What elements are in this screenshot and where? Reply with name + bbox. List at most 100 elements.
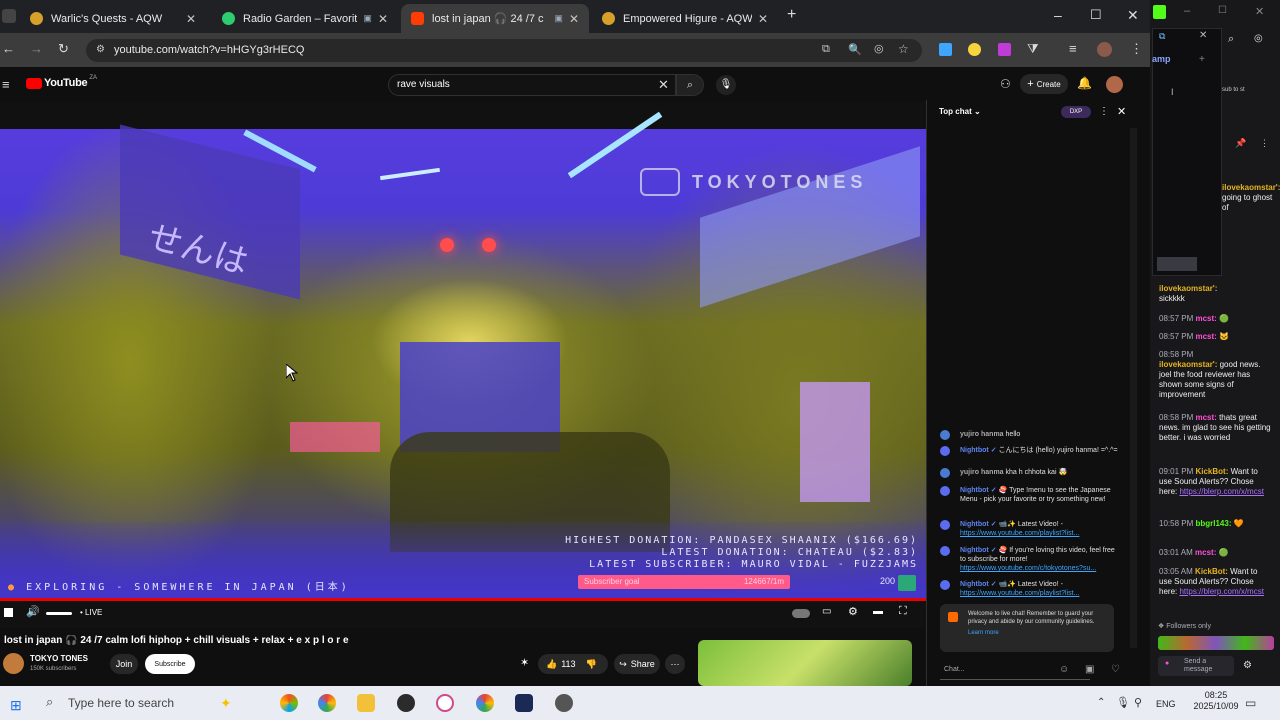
create-button[interactable]: + Create (1020, 74, 1068, 94)
heart-icon[interactable]: ♡ (1111, 664, 1120, 675)
more-actions-icon[interactable]: ⋯ (665, 654, 685, 674)
chat-author[interactable]: yujiro hanma (960, 469, 1004, 476)
language-indicator[interactable]: ENG (1156, 699, 1176, 709)
back-icon[interactable]: ← (2, 41, 15, 56)
close-tab-icon[interactable]: ✕ (569, 12, 579, 26)
clear-search-icon[interactable]: ✕ (658, 77, 669, 93)
chat-author[interactable]: Nightbot ✓ (960, 581, 997, 588)
chat-author[interactable]: Nightbot ✓ (960, 521, 997, 528)
chat-link[interactable]: https://www.youtube.com/playlist?list... (960, 530, 1079, 537)
zoom-icon[interactable]: 🔍 (848, 43, 862, 56)
close-tab-icon[interactable]: ✕ (378, 12, 388, 26)
copilot-icon[interactable] (280, 694, 298, 712)
notification-center-icon[interactable]: ▭ (1245, 696, 1256, 710)
stop-icon[interactable] (4, 608, 13, 617)
notifications-bell-icon[interactable]: 🔔 (1077, 76, 1092, 90)
address-bar[interactable]: ⚙ youtube.com/watch?v=hHGYg3rHECQ ⧉ 🔍 ◎ … (86, 39, 922, 62)
extension-icon[interactable] (968, 43, 981, 56)
cast-icon[interactable]: ⚇ (1000, 77, 1011, 91)
theater-mode-icon[interactable]: ▬ (873, 606, 883, 617)
mini-player[interactable]: ⧉ ✕ I (1152, 28, 1222, 276)
emote-row[interactable] (1158, 636, 1274, 650)
file-explorer-icon[interactable] (357, 694, 375, 712)
kick-app-icon[interactable] (555, 694, 573, 712)
settings-gear-icon[interactable]: ⚙ (848, 605, 858, 618)
extension-icon[interactable] (998, 43, 1011, 56)
close-tab-icon[interactable]: ✕ (758, 12, 768, 26)
send-message-input[interactable]: ● Send a message (1158, 656, 1234, 676)
search-button[interactable]: ⌕ (676, 74, 704, 96)
chrome-icon[interactable] (318, 694, 336, 712)
like-dislike-group[interactable]: 👍 113 👎 (538, 654, 608, 674)
new-tab-button[interactable]: + (787, 6, 796, 24)
close-chat-icon[interactable]: ✕ (1117, 105, 1126, 118)
side-chat-link[interactable]: https://blerp.com/x/mcst (1179, 487, 1263, 496)
search-query[interactable]: rave visuals (397, 79, 450, 90)
super-chat-icon[interactable]: ▣ (1085, 664, 1094, 675)
side-chat-user[interactable]: ilovekaomstar': (1159, 360, 1217, 369)
volume-slider[interactable] (46, 612, 72, 615)
url-text[interactable]: youtube.com/watch?v=hHGYg3rHECQ (114, 44, 304, 56)
close-window-button[interactable]: ✕ (1127, 7, 1139, 24)
chat-author[interactable]: yujiro hanma (960, 431, 1004, 438)
kick-maximize-button[interactable]: ☐ (1218, 5, 1227, 16)
recommended-video-thumbnail[interactable] (698, 640, 912, 686)
taskbar-search-input[interactable]: ⌕ Type here to search (38, 688, 234, 718)
microphone-icon[interactable]: 🎙 (1116, 696, 1130, 709)
tab-lost-in-japan[interactable]: lost in japan 🎧 24 /7 c ▣ ✕ (401, 4, 589, 33)
tab-radio-garden[interactable]: Radio Garden – Favorites ▣ ✕ (212, 4, 398, 33)
side-chat-link[interactable]: https://blerp.com/x/mcst (1179, 587, 1263, 596)
side-chat-user[interactable]: mcst: (1195, 413, 1216, 422)
maximize-button[interactable]: ☐ (1090, 7, 1102, 23)
app-icon[interactable] (436, 694, 454, 712)
mini-restore-icon[interactable]: ⧉ (1159, 31, 1165, 42)
side-chat-user[interactable]: mcst: (1195, 332, 1216, 341)
chat-author[interactable]: Nightbot ✓ (960, 487, 997, 494)
kick-settings-icon[interactable]: ⚙ (1243, 660, 1252, 671)
join-button[interactable]: Join (110, 654, 138, 674)
progress-bar[interactable] (0, 598, 926, 601)
autoplay-toggle[interactable] (792, 609, 810, 618)
side-chat-user[interactable]: KickBot: (1195, 467, 1228, 476)
youtube-logo[interactable]: YouTube ZA (26, 75, 97, 89)
minimize-button[interactable]: – (1054, 7, 1062, 23)
reload-icon[interactable]: ↻ (58, 41, 69, 57)
tab-empowered-higure[interactable]: Empowered Higure - AQW ✕ (592, 4, 778, 33)
search-highlight-icon[interactable]: ✦ (220, 695, 232, 712)
side-chat-user[interactable]: ilovekaomstar': (1222, 183, 1280, 192)
chat-author[interactable]: Nightbot ✓ (960, 547, 997, 554)
forward-icon[interactable]: → (30, 41, 43, 56)
kick-hide-icon[interactable]: ◎ (1254, 33, 1263, 44)
share-button[interactable]: ↪ Share (614, 654, 660, 674)
live-indicator[interactable]: • LIVE (80, 608, 102, 617)
media-controls-icon[interactable]: ≡ (1069, 41, 1077, 56)
kick-add-icon[interactable]: + (1199, 54, 1205, 65)
game-icon[interactable] (515, 694, 533, 712)
kick-close-button[interactable]: ✕ (1255, 5, 1264, 18)
hide-icon[interactable]: ◎ (874, 42, 884, 55)
tray-chevron-icon[interactable]: ⌃ (1097, 697, 1105, 708)
side-chat-user[interactable]: mcst: (1195, 548, 1216, 557)
bookmark-star-icon[interactable]: ☆ (898, 42, 909, 56)
fullscreen-icon[interactable]: ⛶ (899, 605, 907, 618)
kick-search-icon[interactable]: ⌕ (1228, 33, 1234, 46)
extensions-puzzle-icon[interactable]: ⧩ (1027, 41, 1039, 57)
kick-logo-icon[interactable] (1153, 5, 1166, 19)
subscribe-button[interactable]: Subscribe (145, 654, 195, 674)
clock[interactable]: 08:25 2025/10/09 (1188, 690, 1244, 712)
dislike-icon[interactable]: 👎 (586, 659, 597, 670)
like-icon[interactable]: 👍 (546, 659, 557, 670)
dxp-badge[interactable]: DXP (1061, 106, 1091, 118)
side-chat-user[interactable]: mcst: (1195, 314, 1216, 323)
chat-link[interactable]: https://www.youtube.com/playlist?list... (960, 590, 1079, 597)
profile-avatar[interactable] (1097, 42, 1112, 57)
chat-author[interactable]: Nightbot ✓ (960, 447, 997, 454)
channel-avatar[interactable] (3, 653, 24, 674)
chrome-profile-icon[interactable] (476, 694, 494, 712)
hamburger-menu-icon[interactable]: ≡ (2, 77, 10, 92)
chat-mode-dropdown[interactable]: Top chat ⌄ (939, 107, 981, 116)
site-info-icon[interactable]: ⚙ (96, 44, 105, 55)
pin-icon[interactable]: 📌 (1235, 138, 1246, 149)
mini-close-icon[interactable]: ✕ (1199, 30, 1207, 41)
extension-icon[interactable] (939, 43, 952, 56)
